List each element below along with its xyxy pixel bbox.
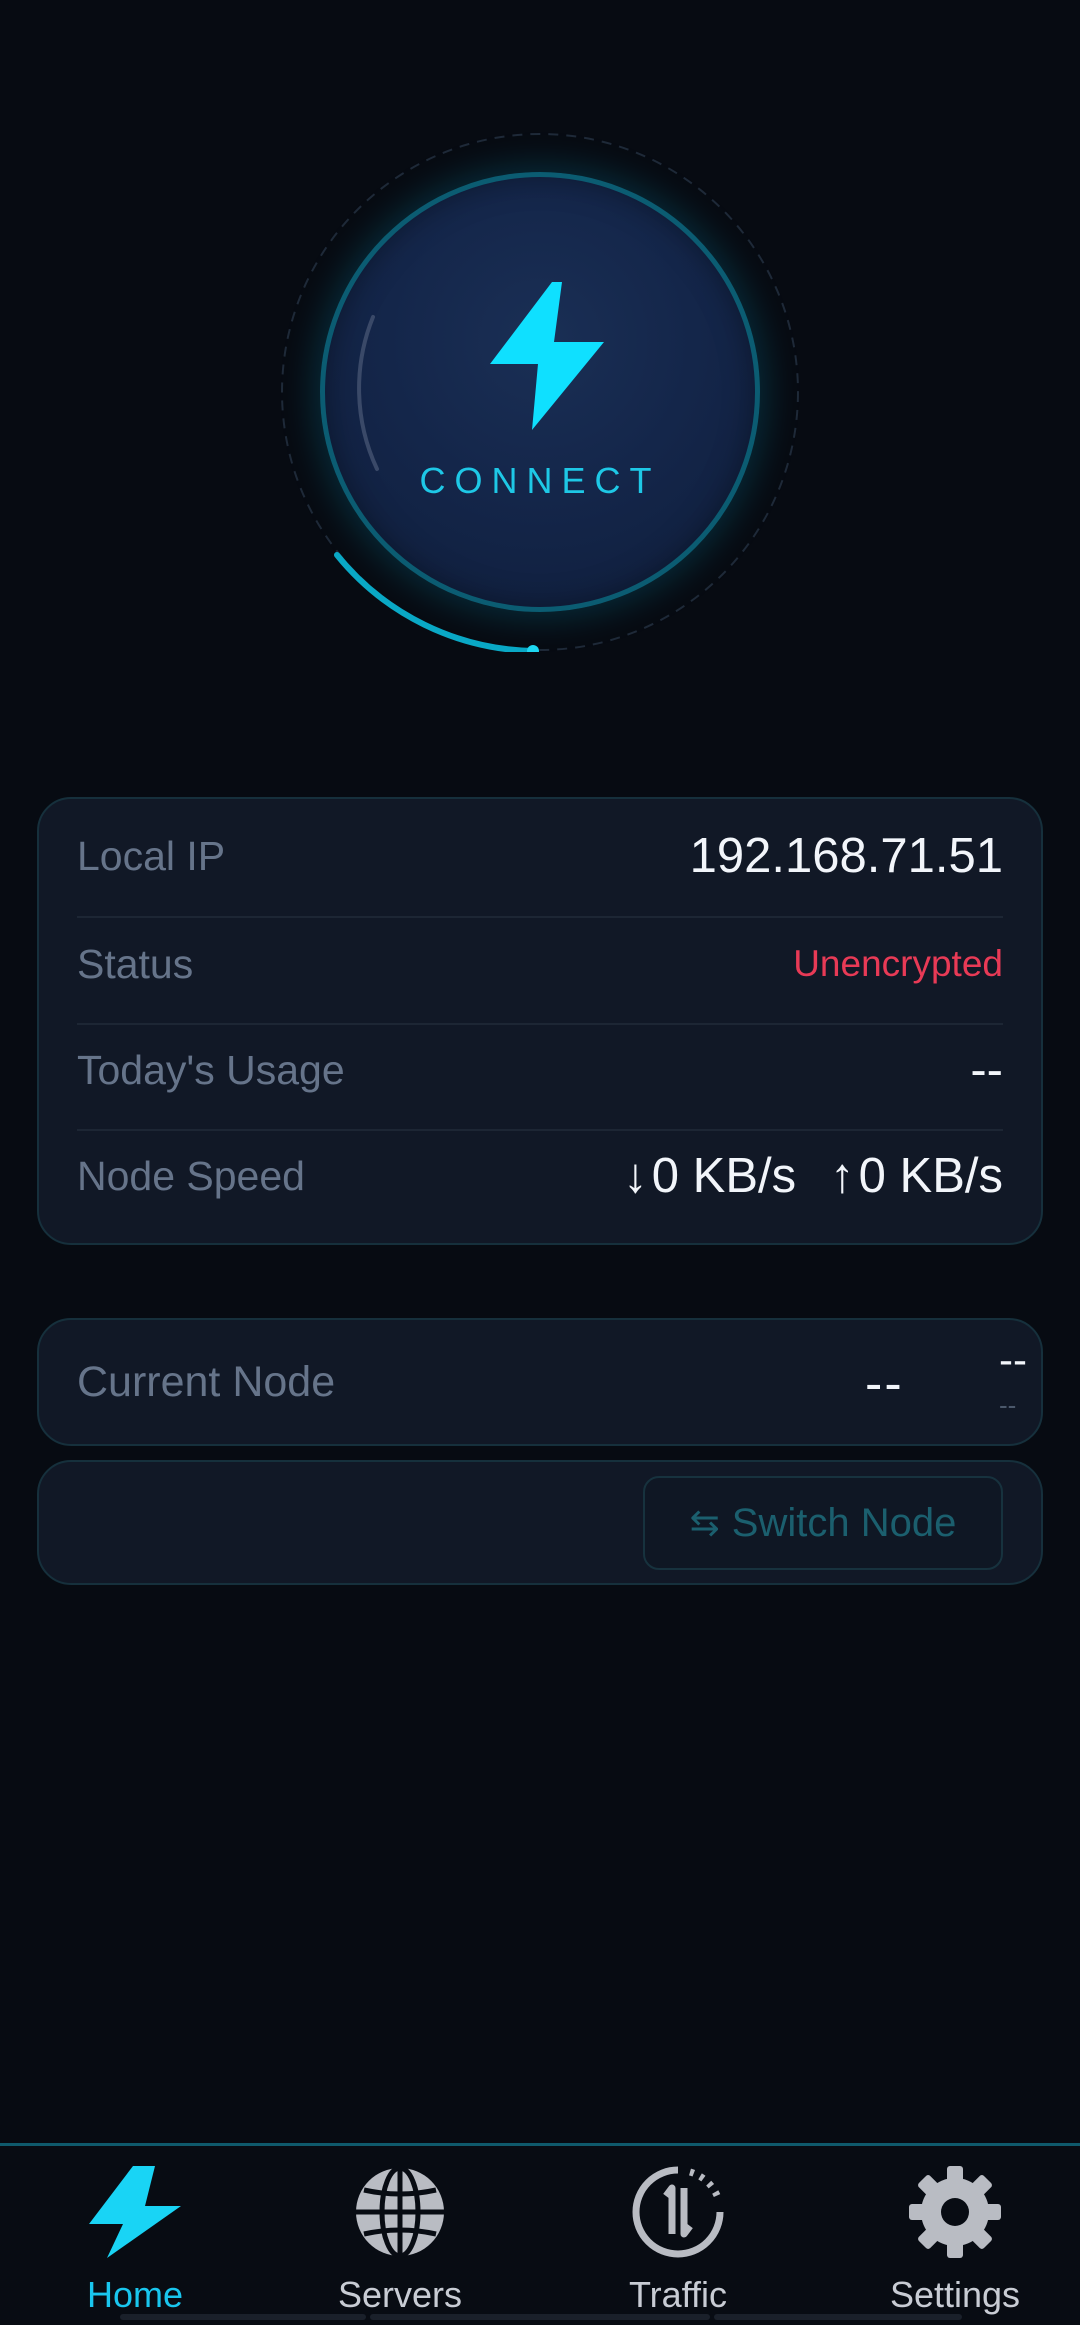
local-ip-row: Local IP 192.168.71.51 xyxy=(77,803,1003,909)
lightning-bolt-icon xyxy=(490,282,604,430)
usage-label: Today's Usage xyxy=(77,1046,345,1093)
speed-row: Node Speed ↓ 0 KB/s ↑ 0 KB/s xyxy=(77,1123,1003,1229)
switch-node-card: ⇆ Switch Node xyxy=(37,1460,1043,1585)
home-screen: CONNECT Local IP 192.168.71.51 Status Un… xyxy=(0,0,1080,2325)
nav-label-home: Home xyxy=(86,2274,184,2315)
node-flag: -- xyxy=(865,1355,904,1413)
current-node-label: Current Node xyxy=(77,1357,336,1406)
nav-label-settings: Settings xyxy=(889,2274,1021,2315)
nav-item-servers[interactable]: Servers xyxy=(265,2146,535,2325)
node-name: -- xyxy=(999,1336,1027,1383)
nav-item-traffic[interactable]: Traffic xyxy=(543,2146,813,2325)
nav-item-settings[interactable]: Settings xyxy=(820,2146,1080,2325)
gesture-bar xyxy=(714,2314,962,2320)
gesture-bar xyxy=(370,2314,710,2320)
speed-values: ↓ 0 KB/s ↑ 0 KB/s xyxy=(623,1148,1003,1204)
usage-value: -- xyxy=(970,1043,1003,1097)
nav-label-traffic: Traffic xyxy=(628,2274,727,2315)
download-arrow-icon: ↓ xyxy=(623,1149,648,1203)
lightning-bolt-icon xyxy=(89,2166,181,2258)
bottom-nav: Home Servers Traffic Settings xyxy=(0,2143,1080,2325)
speed-label: Node Speed xyxy=(77,1152,305,1199)
download-speed: 0 KB/s xyxy=(651,1149,797,1203)
connection-info-card: Local IP 192.168.71.51 Status Unencrypte… xyxy=(37,797,1043,1245)
gear-icon xyxy=(909,2166,1001,2258)
status-value: Unencrypted xyxy=(793,943,1003,984)
nav-label-servers: Servers xyxy=(337,2274,463,2315)
local-ip-label: Local IP xyxy=(77,832,226,879)
local-ip-value: 192.168.71.51 xyxy=(689,829,1003,883)
switch-node-button[interactable]: ⇆ Switch Node xyxy=(643,1476,1003,1570)
upload-arrow-icon: ↑ xyxy=(830,1149,855,1203)
globe-icon xyxy=(356,2165,444,2259)
usage-row: Today's Usage -- xyxy=(77,1017,1003,1123)
swap-icon: ⇆ xyxy=(689,1502,720,1543)
nav-item-home[interactable]: Home xyxy=(0,2146,270,2325)
upload-speed: 0 KB/s xyxy=(858,1149,1003,1203)
gesture-bar xyxy=(120,2314,366,2320)
traffic-icon xyxy=(632,2166,724,2258)
switch-node-label: Switch Node xyxy=(731,1500,957,1545)
current-node-card[interactable]: Current Node -- -- -- xyxy=(37,1318,1043,1446)
node-subtitle: -- xyxy=(999,1390,1017,1420)
connect-button[interactable]: CONNECT xyxy=(320,172,760,612)
connect-label: CONNECT xyxy=(419,460,661,501)
status-label: Status xyxy=(77,940,194,987)
status-row: Status Unencrypted xyxy=(77,911,1003,1017)
